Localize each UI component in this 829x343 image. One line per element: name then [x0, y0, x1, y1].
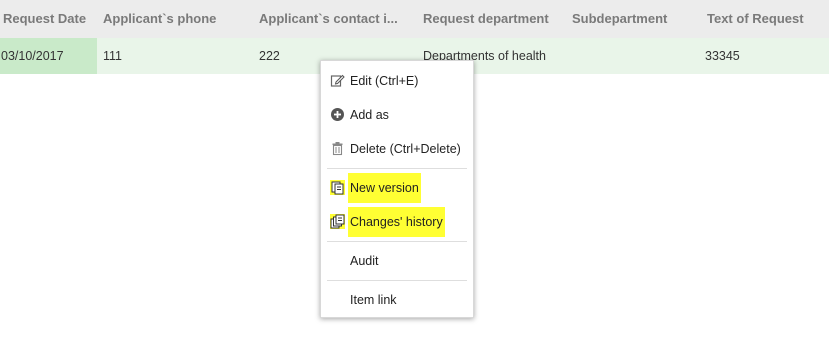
menu-item-add-as[interactable]: Add as — [321, 100, 473, 130]
column-header-subdepartment[interactable]: Subdepartment — [572, 0, 700, 38]
menu-item-audit[interactable]: Audit — [321, 246, 473, 276]
menu-separator — [327, 280, 467, 281]
column-header-request-date[interactable]: Request Date — [3, 0, 98, 38]
context-menu: Edit (Ctrl+E) Add as Delete (Ctrl+Delete… — [320, 60, 474, 318]
cell-subdepartment[interactable] — [572, 38, 700, 74]
menu-item-label: Item link — [350, 293, 397, 307]
menu-item-label: Audit — [350, 254, 379, 268]
column-header-applicant-phone[interactable]: Applicant`s phone — [103, 0, 253, 38]
menu-item-new-version[interactable]: New version — [321, 173, 473, 203]
menu-item-label: Changes' history — [348, 207, 445, 237]
cell-text-of-request[interactable]: 33345 — [705, 38, 825, 74]
menu-item-edit[interactable]: Edit (Ctrl+E) — [321, 66, 473, 96]
menu-item-label: New version — [348, 173, 421, 203]
trash-icon — [330, 141, 345, 156]
column-header-request-department[interactable]: Request department — [423, 0, 566, 38]
new-version-icon — [330, 180, 345, 195]
cell-applicant-phone[interactable]: 111 — [103, 38, 253, 74]
column-header-applicant-contact[interactable]: Applicant`s contact i... — [259, 0, 417, 38]
cell-request-date[interactable]: 03/10/2017 — [0, 38, 97, 74]
menu-item-changes-history[interactable]: Changes' history — [321, 207, 473, 237]
menu-item-delete[interactable]: Delete (Ctrl+Delete) — [321, 134, 473, 164]
history-icon — [330, 214, 345, 229]
grid-header-row: Request Date Applicant`s phone Applicant… — [0, 0, 829, 38]
menu-item-label: Delete (Ctrl+Delete) — [350, 142, 461, 156]
menu-item-label: Edit (Ctrl+E) — [350, 74, 419, 88]
menu-separator — [327, 168, 467, 169]
column-header-text-of-request[interactable]: Text of Request — [707, 0, 827, 38]
edit-icon — [330, 73, 345, 88]
plus-circle-icon — [330, 107, 345, 122]
menu-item-label: Add as — [350, 108, 389, 122]
menu-item-item-link[interactable]: Item link — [321, 285, 473, 315]
menu-separator — [327, 241, 467, 242]
